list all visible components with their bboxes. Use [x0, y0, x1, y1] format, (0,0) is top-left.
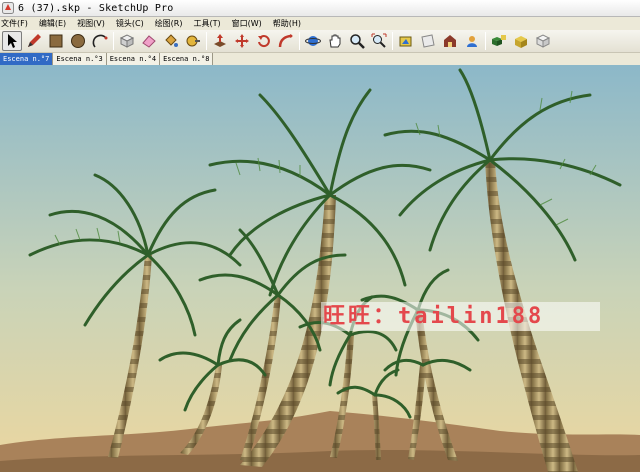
- toolbar-separator: [485, 32, 486, 50]
- pan-tool-button[interactable]: [325, 31, 345, 51]
- toolbar-separator: [299, 32, 300, 50]
- make-component-tool-button[interactable]: [117, 31, 137, 51]
- tab-scene-7[interactable]: Escena n.°7: [0, 53, 54, 65]
- main-toolbar: [0, 30, 640, 53]
- layout-tool-button[interactable]: [533, 31, 553, 51]
- texture-tool-button[interactable]: [396, 31, 416, 51]
- materials-tool-button[interactable]: [511, 31, 531, 51]
- tab-scene-3[interactable]: Escena n.°3: [53, 53, 107, 65]
- tape-measure-tool-button[interactable]: [183, 31, 203, 51]
- menu-tools[interactable]: 工具(T): [194, 18, 221, 29]
- menu-bar: 文件(F) 编辑(E) 视图(V) 镜头(C) 绘图(R) 工具(T) 窗口(W…: [0, 17, 640, 30]
- menu-camera[interactable]: 镜头(C): [116, 18, 144, 29]
- select-tool-button[interactable]: [2, 31, 22, 51]
- arc-tool-button[interactable]: [90, 31, 110, 51]
- follow-me-icon: [278, 34, 293, 48]
- scene-tabs: Escena n.°7 Escena n.°3 Escena n.°4 Esce…: [0, 53, 640, 65]
- components-tool-button[interactable]: [489, 31, 509, 51]
- toolbar-separator: [392, 32, 393, 50]
- move-tool-button[interactable]: [232, 31, 252, 51]
- section-plane-icon: [421, 34, 435, 48]
- rotate-tool-button[interactable]: [254, 31, 274, 51]
- toolbar-separator: [206, 32, 207, 50]
- circle-tool-button[interactable]: [68, 31, 88, 51]
- eraser-tool-button[interactable]: [139, 31, 159, 51]
- menu-draw[interactable]: 绘图(R): [155, 18, 183, 29]
- pan-icon: [329, 34, 341, 48]
- watermark-text: 旺旺：tailin188: [321, 302, 600, 331]
- menu-window[interactable]: 窗口(W): [232, 18, 262, 29]
- zoom-tool-button[interactable]: [347, 31, 367, 51]
- title-bar: 6 (37).skp - SketchUp Pro: [0, 0, 640, 17]
- materials-icon: [515, 36, 527, 48]
- menu-view[interactable]: 视图(V): [77, 18, 105, 29]
- move-icon: [235, 34, 249, 48]
- layout-icon: [535, 34, 551, 48]
- rectangle-icon: [49, 34, 63, 48]
- window-title: 6 (37).skp - SketchUp Pro: [18, 2, 174, 14]
- push-pull-tool-button[interactable]: [210, 31, 230, 51]
- rotate-icon: [258, 35, 270, 48]
- menu-help[interactable]: 帮助(H): [273, 18, 301, 29]
- pencil-icon: [28, 34, 41, 47]
- select-icon: [8, 34, 17, 48]
- warehouse-tool-button[interactable]: [440, 31, 460, 51]
- palm-tree-scene: [0, 65, 640, 472]
- menu-edit[interactable]: 编辑(E): [39, 18, 66, 29]
- zoom-extents-tool-button[interactable]: [369, 31, 389, 51]
- components-icon: [492, 35, 506, 46]
- circle-icon: [71, 34, 85, 48]
- orbit-tool-button[interactable]: [303, 31, 323, 51]
- section-plane-tool-button[interactable]: [418, 31, 438, 51]
- orbit-icon: [305, 36, 321, 46]
- sketchup-logo-icon: [2, 2, 14, 14]
- paint-bucket-icon: [165, 34, 178, 47]
- zoom-extents-icon: [371, 33, 387, 48]
- tape-measure-icon: [186, 35, 200, 47]
- pencil-tool-button[interactable]: [24, 31, 44, 51]
- push-pull-icon: [214, 34, 226, 47]
- model-viewport[interactable]: 旺旺：tailin188: [0, 65, 640, 472]
- paint-bucket-tool-button[interactable]: [161, 31, 181, 51]
- toolbar-separator: [113, 32, 114, 50]
- rectangle-tool-button[interactable]: [46, 31, 66, 51]
- extension-tool-button[interactable]: [462, 31, 482, 51]
- menu-file[interactable]: 文件(F): [1, 18, 28, 29]
- eraser-icon: [142, 35, 156, 48]
- tab-scene-4[interactable]: Escena n.°4: [106, 53, 161, 65]
- tab-scene-8[interactable]: Escena n.°8: [160, 53, 214, 65]
- warehouse-icon: [444, 35, 456, 47]
- follow-me-tool-button[interactable]: [276, 31, 296, 51]
- zoom-icon: [350, 34, 365, 49]
- make-component-icon: [119, 34, 135, 48]
- extension-icon: [467, 36, 477, 47]
- texture-icon: [399, 36, 412, 47]
- arc-icon: [92, 34, 108, 48]
